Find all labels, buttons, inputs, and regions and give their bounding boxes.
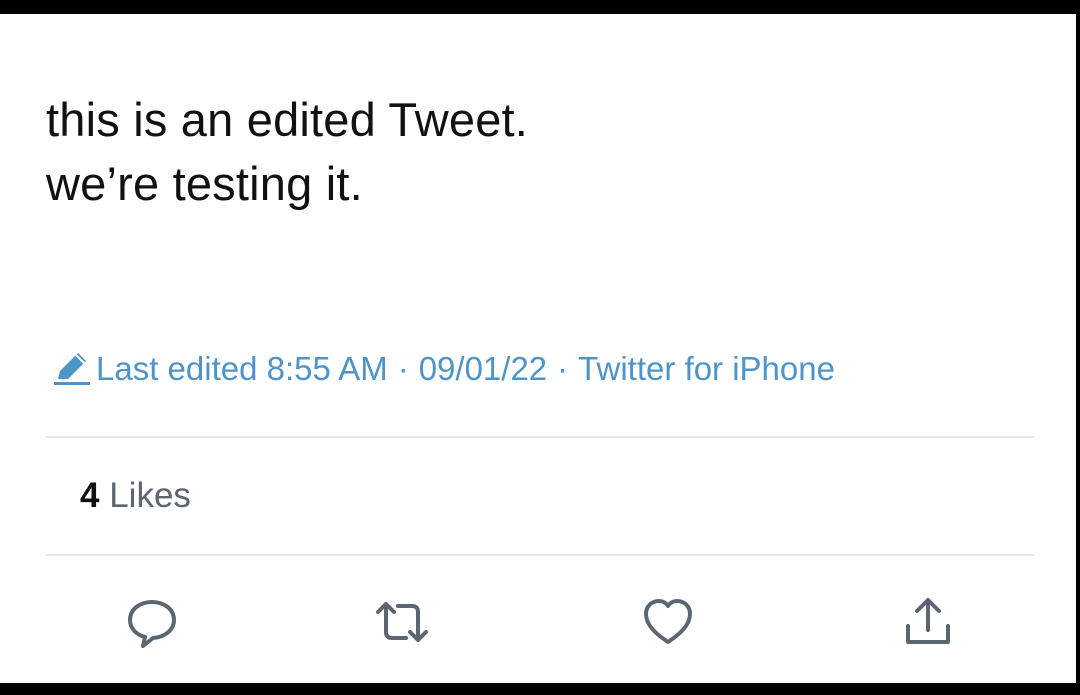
tweet-metadata: Last edited 8:55 AM · 09/01/22 · Twitter… — [50, 347, 835, 391]
retweet-icon — [376, 602, 428, 642]
tweet-text-line-2: we’re testing it. — [46, 157, 363, 210]
comment-icon — [128, 600, 176, 648]
last-edited-link[interactable]: Last edited 8:55 AM — [96, 350, 388, 388]
meta-separator-2: · — [557, 350, 569, 387]
pencil-icon[interactable] — [50, 349, 94, 389]
tweet-source[interactable]: Twitter for iPhone — [578, 350, 835, 388]
tweet-date[interactable]: 09/01/22 — [419, 350, 547, 388]
meta-separator-1: · — [397, 350, 409, 387]
divider-bottom — [46, 554, 1034, 556]
likes-stat[interactable]: 4 Likes — [80, 476, 191, 516]
likes-count: 4 — [80, 476, 100, 515]
retweet-button[interactable] — [370, 592, 434, 652]
tweet-detail: this is an edited Tweet. we’re testing i… — [0, 14, 1076, 683]
tweet-body: this is an edited Tweet. we’re testing i… — [46, 88, 946, 216]
tweet-action-bar — [0, 592, 1076, 652]
divider-top — [46, 436, 1034, 438]
likes-label: Likes — [109, 476, 191, 515]
tweet-text-line-1: this is an edited Tweet. — [46, 93, 529, 146]
heart-icon — [644, 599, 692, 644]
reply-button[interactable] — [120, 592, 184, 652]
like-button[interactable] — [636, 592, 700, 652]
share-button[interactable] — [896, 592, 960, 652]
share-icon — [906, 598, 950, 644]
